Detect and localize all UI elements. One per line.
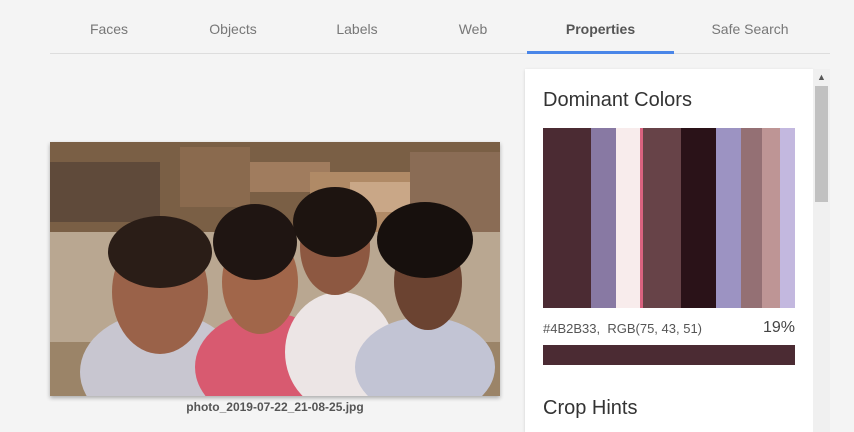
color-swatch[interactable] <box>762 128 780 308</box>
dominant-colors-bar <box>543 128 795 308</box>
selected-color-info: #4B2B33, RGB(75, 43, 51) 19% <box>543 319 795 336</box>
selected-color-percent: 19% <box>762 319 795 336</box>
color-swatch[interactable] <box>591 128 616 308</box>
tab-objects[interactable]: Objects <box>174 0 292 53</box>
scroll-up-arrow-icon[interactable]: ▲ <box>813 69 830 85</box>
color-swatch[interactable] <box>780 128 795 308</box>
color-swatch[interactable] <box>543 128 591 308</box>
tab-bar: Faces Objects Labels Web Properties Safe… <box>50 0 830 54</box>
tab-web[interactable]: Web <box>414 0 532 53</box>
selected-color-hex: #4B2B33, <box>543 321 601 336</box>
color-swatch[interactable] <box>681 128 716 308</box>
tab-faces[interactable]: Faces <box>50 0 168 53</box>
properties-panel: Dominant Colors #4B2B33, RGB(75, 43, 51)… <box>525 69 813 432</box>
selected-color-rgb: RGB(75, 43, 51) <box>607 321 702 336</box>
scrollbar-thumb[interactable] <box>815 86 828 202</box>
color-swatch[interactable] <box>616 128 640 308</box>
photo-image <box>50 142 500 396</box>
panel-scrollbar[interactable]: ▲ <box>813 69 830 432</box>
tab-properties[interactable]: Properties <box>527 0 674 54</box>
tab-safe-search[interactable]: Safe Search <box>690 0 810 53</box>
color-swatch[interactable] <box>643 128 681 308</box>
selected-color-swatch <box>543 345 795 365</box>
tab-labels[interactable]: Labels <box>298 0 416 53</box>
analyzed-photo <box>50 142 500 396</box>
photo-filename: photo_2019-07-22_21-08-25.jpg <box>186 400 364 414</box>
color-swatch[interactable] <box>716 128 741 308</box>
crop-hints-title: Crop Hints <box>543 397 638 419</box>
color-swatch[interactable] <box>741 128 762 308</box>
dominant-colors-title: Dominant Colors <box>543 89 692 111</box>
